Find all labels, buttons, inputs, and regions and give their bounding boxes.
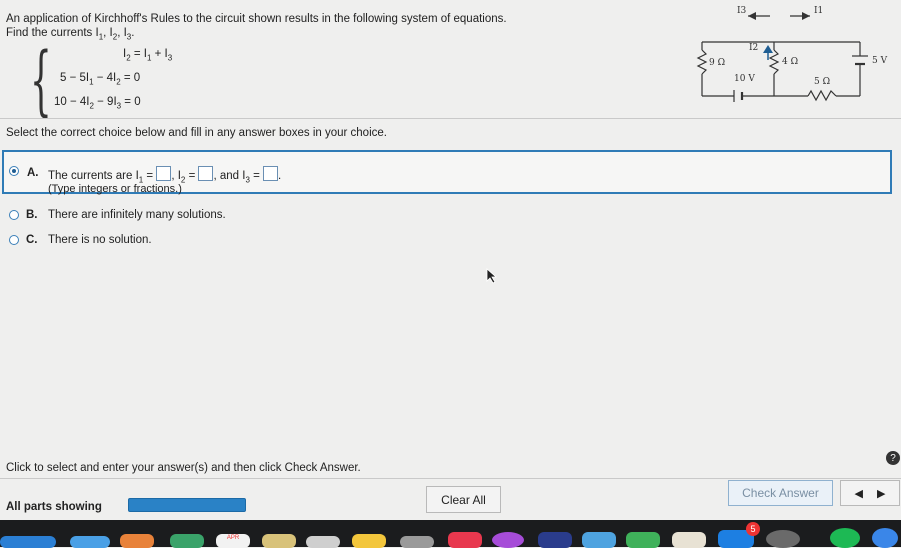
choice-a-container[interactable]: A. The currents are I1 = , I2 = , and I3… (2, 150, 892, 195)
dock-notes-icon[interactable] (262, 534, 296, 548)
dock-spotify-icon[interactable] (830, 528, 860, 548)
dock-pages-icon[interactable] (672, 532, 706, 548)
instruction-text: Select the correct choice below and fill… (6, 127, 387, 139)
choice-c-letter: C. (26, 234, 38, 246)
dock-finder-icon[interactable] (0, 536, 56, 548)
choice-a-hint: (Type integers or fractions.) (48, 183, 182, 195)
label-i1: I1 (814, 6, 823, 16)
footer-instruction: Click to select and enter your answer(s)… (6, 462, 361, 474)
dock-calendar-icon[interactable]: APR (216, 534, 250, 548)
answer-box-i2[interactable] (198, 166, 214, 181)
dock-tv-icon[interactable] (538, 532, 572, 548)
i1-arrow-icon (802, 12, 810, 20)
equation-2: 5 − 5I1 − 4I2 = 0 (60, 72, 141, 87)
choice-a-radio[interactable] (9, 166, 19, 176)
label-r3: 5 Ω (814, 77, 830, 87)
dock-podcasts-icon[interactable] (492, 532, 524, 548)
choice-c-text[interactable]: There is no solution. (48, 233, 152, 247)
question-line-2: Find the currents I1, I2, I3. (6, 27, 135, 42)
equation-brace: { (30, 35, 52, 124)
dock-numbers-icon[interactable] (626, 532, 660, 548)
dock-settings-icon[interactable] (766, 530, 800, 548)
i3-arrow-icon (748, 12, 756, 20)
next-arrow-icon[interactable]: ▶ (877, 487, 885, 500)
label-r2: 4 Ω (782, 57, 798, 67)
answer-box-i1[interactable] (156, 166, 172, 181)
parts-label: All parts showing (6, 501, 102, 513)
dock-utility-icon[interactable] (400, 536, 434, 548)
label-v1: 10 V (734, 74, 755, 84)
nav-buttons: ◀ ▶ (840, 480, 900, 506)
mouse-cursor-icon (486, 268, 498, 284)
choice-b-radio[interactable] (9, 210, 19, 220)
appstore-badge: 5 (746, 522, 760, 536)
dock-music-icon[interactable] (448, 532, 482, 548)
clear-all-button[interactable]: Clear All (426, 486, 501, 513)
label-r1: 9 Ω (709, 58, 725, 68)
label-i3: I3 (737, 6, 747, 16)
check-answer-button[interactable]: Check Answer (728, 480, 833, 506)
dock-maps-icon[interactable] (170, 534, 204, 548)
equation-1: I2 = I1 + I3 (123, 48, 173, 63)
dock-photos-icon[interactable] (120, 534, 154, 548)
label-i2: I2 (749, 43, 758, 53)
choice-c-radio[interactable] (9, 235, 19, 245)
answer-box-i3[interactable] (263, 166, 279, 181)
circuit-diagram: I3 I1 I2 9 Ω 4 Ω 5 Ω 10 V 5 V (696, 6, 888, 102)
divider-top (0, 118, 901, 119)
choice-b-letter: B. (26, 209, 38, 221)
choice-b-text[interactable]: There are infinitely many solutions. (48, 208, 226, 222)
question-text: An application of Kirchhoff's Rules to t… (6, 12, 507, 44)
equation-3: 10 − 4I2 − 9I3 = 0 (54, 96, 141, 111)
dock-app-icon[interactable] (70, 536, 110, 548)
help-icon[interactable]: ? (886, 451, 900, 465)
label-v2: 5 V (872, 56, 888, 66)
dock-stickies-icon[interactable] (352, 534, 386, 548)
dock-chrome-icon[interactable] (872, 528, 898, 548)
choice-a-letter: A. (27, 167, 39, 179)
dock-keynote-icon[interactable] (582, 532, 616, 548)
dock-reminders-icon[interactable] (306, 536, 340, 548)
progress-bar (128, 498, 246, 512)
divider-bottom (0, 478, 901, 479)
question-line-1: An application of Kirchhoff's Rules to t… (6, 13, 507, 25)
i2-arrow-icon (763, 45, 773, 53)
dock: APR 5 (0, 520, 901, 548)
prev-arrow-icon[interactable]: ◀ (855, 487, 863, 500)
calendar-month: APR (226, 535, 240, 541)
